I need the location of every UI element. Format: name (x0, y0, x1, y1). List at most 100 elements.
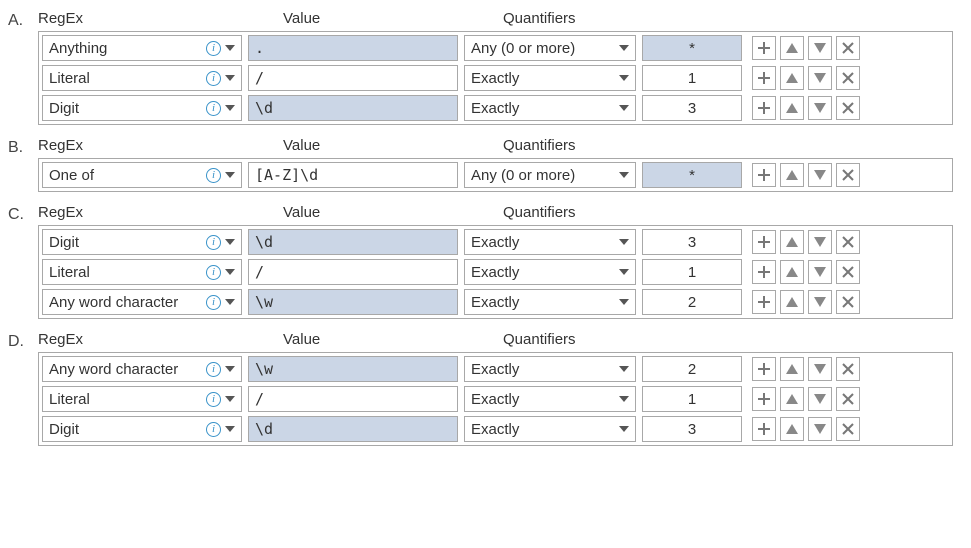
quantifier-select[interactable]: Exactly (464, 229, 636, 255)
delete-button[interactable] (836, 387, 860, 411)
move-down-button[interactable] (808, 96, 832, 120)
regex-select[interactable]: Any word characteri (42, 356, 242, 382)
delete-button[interactable] (836, 36, 860, 60)
move-up-button[interactable] (780, 163, 804, 187)
count-field[interactable]: 3 (642, 229, 742, 255)
regex-select[interactable]: Any word characteri (42, 289, 242, 315)
value-field[interactable]: / (248, 65, 458, 91)
delete-button[interactable] (836, 290, 860, 314)
move-down-button[interactable] (808, 260, 832, 284)
delete-button[interactable] (836, 357, 860, 381)
add-button[interactable] (752, 290, 776, 314)
header-quantifiers: Quantifiers (503, 204, 576, 221)
add-button[interactable] (752, 163, 776, 187)
move-up-button[interactable] (780, 66, 804, 90)
chevron-down-icon (619, 75, 629, 81)
add-button[interactable] (752, 417, 776, 441)
info-icon[interactable]: i (206, 422, 221, 437)
info-icon[interactable]: i (206, 362, 221, 377)
info-icon[interactable]: i (206, 168, 221, 183)
quantifier-value: Exactly (471, 421, 519, 438)
add-button[interactable] (752, 96, 776, 120)
quantifier-select[interactable]: Exactly (464, 259, 636, 285)
move-down-button[interactable] (808, 387, 832, 411)
move-down-button[interactable] (808, 417, 832, 441)
info-icon[interactable]: i (206, 265, 221, 280)
count-field[interactable]: 2 (642, 289, 742, 315)
count-field[interactable]: 1 (642, 259, 742, 285)
move-down-button[interactable] (808, 163, 832, 187)
add-button[interactable] (752, 230, 776, 254)
count-field[interactable]: 3 (642, 416, 742, 442)
delete-button[interactable] (836, 417, 860, 441)
delete-button[interactable] (836, 66, 860, 90)
chevron-down-icon (619, 172, 629, 178)
value-field: \d (248, 229, 458, 255)
quantifier-select[interactable]: Exactly (464, 386, 636, 412)
delete-button[interactable] (836, 163, 860, 187)
count-field[interactable]: 3 (642, 95, 742, 121)
info-icon[interactable]: i (206, 235, 221, 250)
move-up-button[interactable] (780, 230, 804, 254)
add-button[interactable] (752, 66, 776, 90)
rule-row: Any word characteri\wExactly2 (42, 356, 949, 382)
quantifier-value: Exactly (471, 234, 519, 251)
chevron-down-icon (225, 299, 235, 305)
move-up-button[interactable] (780, 96, 804, 120)
add-button[interactable] (752, 260, 776, 284)
value-field[interactable]: / (248, 386, 458, 412)
quantifier-select[interactable]: Any (0 or more) (464, 35, 636, 61)
info-icon[interactable]: i (206, 392, 221, 407)
move-up-button[interactable] (780, 290, 804, 314)
info-icon[interactable]: i (206, 41, 221, 56)
value-field[interactable]: / (248, 259, 458, 285)
rule-row: Literali/Exactly1 (42, 65, 949, 91)
regex-select[interactable]: Digiti (42, 416, 242, 442)
quantifier-select[interactable]: Exactly (464, 416, 636, 442)
quantifier-select[interactable]: Exactly (464, 289, 636, 315)
delete-button[interactable] (836, 230, 860, 254)
delete-button[interactable] (836, 96, 860, 120)
chevron-down-icon (225, 426, 235, 432)
move-down-button[interactable] (808, 36, 832, 60)
quantifier-select[interactable]: Exactly (464, 356, 636, 382)
regex-select[interactable]: Digiti (42, 95, 242, 121)
count-field[interactable]: 1 (642, 65, 742, 91)
info-icon[interactable]: i (206, 101, 221, 116)
regex-select[interactable]: One ofi (42, 162, 242, 188)
quantifier-value: Any (0 or more) (471, 40, 575, 57)
row-actions (752, 66, 860, 90)
rule-row: Digiti\dExactly3 (42, 95, 949, 121)
regex-select[interactable]: Literali (42, 386, 242, 412)
move-down-button[interactable] (808, 230, 832, 254)
delete-button[interactable] (836, 260, 860, 284)
count-field[interactable]: 1 (642, 386, 742, 412)
move-up-button[interactable] (780, 417, 804, 441)
move-up-button[interactable] (780, 260, 804, 284)
count-field[interactable]: 2 (642, 356, 742, 382)
regex-select[interactable]: Anythingi (42, 35, 242, 61)
add-button[interactable] (752, 357, 776, 381)
quantifier-select[interactable]: Any (0 or more) (464, 162, 636, 188)
move-up-button[interactable] (780, 357, 804, 381)
info-icon[interactable]: i (206, 295, 221, 310)
regex-select[interactable]: Digiti (42, 229, 242, 255)
regex-select[interactable]: Literali (42, 259, 242, 285)
add-button[interactable] (752, 387, 776, 411)
move-down-button[interactable] (808, 357, 832, 381)
chevron-down-icon (619, 426, 629, 432)
regex-select[interactable]: Literali (42, 65, 242, 91)
chevron-down-icon (225, 239, 235, 245)
move-up-button[interactable] (780, 36, 804, 60)
move-down-button[interactable] (808, 290, 832, 314)
quantifier-select[interactable]: Exactly (464, 95, 636, 121)
info-icon[interactable]: i (206, 71, 221, 86)
rows-container: Digiti\dExactly3Literali/Exactly1Any wor… (38, 225, 953, 319)
rule-row: One ofi[A-Z]\dAny (0 or more)* (42, 162, 949, 188)
quantifier-select[interactable]: Exactly (464, 65, 636, 91)
move-up-button[interactable] (780, 387, 804, 411)
move-down-button[interactable] (808, 66, 832, 90)
value-field[interactable]: [A-Z]\d (248, 162, 458, 188)
header-value: Value (283, 204, 503, 221)
add-button[interactable] (752, 36, 776, 60)
